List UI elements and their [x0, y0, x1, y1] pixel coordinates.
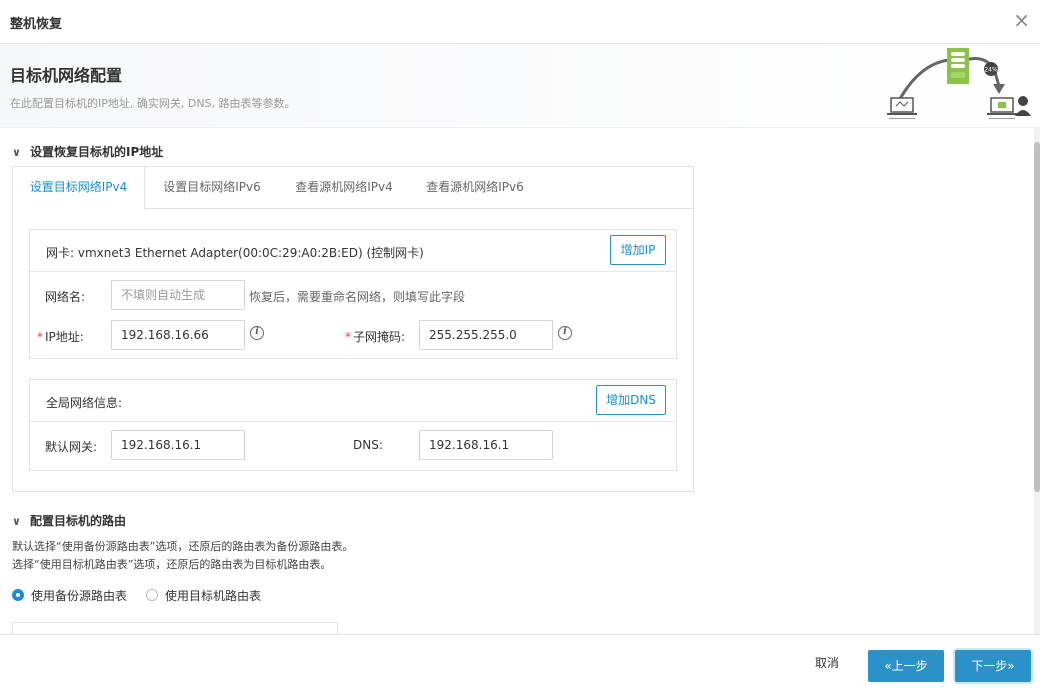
- prev-step-button[interactable]: «上一步: [868, 650, 944, 682]
- tab-target-ipv6[interactable]: 设置目标网络IPv6: [147, 167, 277, 209]
- dialog-title: 整机恢复: [10, 17, 63, 32]
- ip-address-input[interactable]: 192.168.16.66: [111, 320, 245, 350]
- tab-target-ipv4[interactable]: 设置目标网络IPv4: [13, 167, 145, 210]
- gateway-input[interactable]: 192.168.16.1: [111, 430, 245, 460]
- gateway-label: 默认网关:: [45, 440, 98, 454]
- dialog-footer: 取消 «上一步 下一步»: [0, 634, 1040, 690]
- vertical-scrollbar[interactable]: [1034, 128, 1040, 634]
- dialog-titlebar: 整机恢复 ×: [0, 0, 1040, 44]
- content-area: ∨ 设置恢复目标机的IP地址 设置目标网络IPv4 设置目标网络IPv6 查看源机…: [0, 128, 1034, 634]
- dns-input[interactable]: 192.168.16.1: [419, 430, 553, 460]
- route-table-box: [12, 622, 338, 634]
- target-machine-icon: [987, 96, 1031, 119]
- source-machine-icon: [887, 97, 917, 119]
- restore-illustration: 24%: [887, 48, 1031, 119]
- step-header: 目标机网络配置 在此配置目标机的IP地址, 确实网关, DNS, 路由表等参数。…: [0, 44, 1040, 128]
- mask-info-icon[interactable]: i: [558, 326, 572, 340]
- radio-target-routes[interactable]: [146, 589, 158, 601]
- ip-address-label: * IP地址:: [37, 330, 84, 344]
- close-icon[interactable]: ×: [1013, 8, 1030, 32]
- ip-info-icon[interactable]: i: [250, 326, 264, 340]
- global-network-title: 全局网络信息:: [46, 396, 123, 410]
- network-name-hint: 恢复后，需要重命名网络，则填写此字段: [249, 290, 466, 304]
- route-desc-2: 选择“使用目标机路由表”选项，还原后的路由表为目标机路由表。: [12, 558, 332, 571]
- add-ip-button[interactable]: 增加IP: [610, 235, 666, 265]
- route-section-header[interactable]: ∨ 配置目标机的路由: [12, 512, 126, 529]
- nic-title: 网卡: vmxnet3 Ethernet Adapter(00:0C:29:A0…: [46, 246, 424, 260]
- chevron-down-icon: ∨: [12, 146, 21, 159]
- route-desc-1: 默认选择“使用备份源路由表”选项，还原后的路由表为备份源路由表。: [12, 540, 354, 553]
- scrollbar-thumb[interactable]: [1034, 142, 1040, 492]
- next-step-button[interactable]: 下一步»: [955, 650, 1031, 682]
- network-name-label: 网络名:: [45, 290, 86, 304]
- network-name-input[interactable]: 不填则自动生成: [111, 280, 245, 310]
- global-network-header: 全局网络信息: 增加DNS: [30, 380, 676, 422]
- ip-section-header[interactable]: ∨ 设置恢复目标机的IP地址: [12, 143, 163, 160]
- global-network-panel: 全局网络信息: 增加DNS 默认网关: 192.168.16.1 DNS: 19…: [29, 379, 677, 471]
- subnet-mask-input[interactable]: 255.255.255.0: [419, 320, 553, 350]
- add-dns-button[interactable]: 增加DNS: [596, 385, 666, 415]
- tab-source-ipv4[interactable]: 查看源机网络IPv4: [279, 167, 409, 209]
- radio-source-routes[interactable]: [12, 589, 24, 601]
- cancel-button[interactable]: 取消: [815, 654, 839, 671]
- server-icon: [947, 48, 969, 84]
- progress-badge-text: 24%: [984, 67, 998, 74]
- nic-panel: 网卡: vmxnet3 Ethernet Adapter(00:0C:29:A0…: [29, 229, 677, 359]
- page-subtitle: 在此配置目标机的IP地址, 确实网关, DNS, 路由表等参数。: [10, 97, 296, 110]
- ip-tabs-container: 设置目标网络IPv4 设置目标网络IPv6 查看源机网络IPv4 查看源机网络I…: [12, 166, 694, 492]
- radio-source-routes-label[interactable]: 使用备份源路由表: [31, 587, 127, 604]
- nic-panel-header: 网卡: vmxnet3 Ethernet Adapter(00:0C:29:A0…: [30, 230, 676, 272]
- route-section-title: 配置目标机的路由: [30, 514, 127, 528]
- page-title: 目标机网络配置: [10, 66, 123, 85]
- tab-source-ipv6[interactable]: 查看源机网络IPv6: [410, 167, 540, 209]
- subnet-mask-label: * 子网掩码:: [345, 330, 406, 344]
- chevron-down-icon: ∨: [12, 515, 21, 528]
- ip-section-title: 设置恢复目标机的IP地址: [30, 145, 164, 159]
- dns-label: DNS:: [353, 438, 383, 452]
- radio-target-routes-label[interactable]: 使用目标机路由表: [165, 587, 261, 604]
- ip-tab-bar: 设置目标网络IPv4 设置目标网络IPv6 查看源机网络IPv4 查看源机网络I…: [13, 167, 693, 210]
